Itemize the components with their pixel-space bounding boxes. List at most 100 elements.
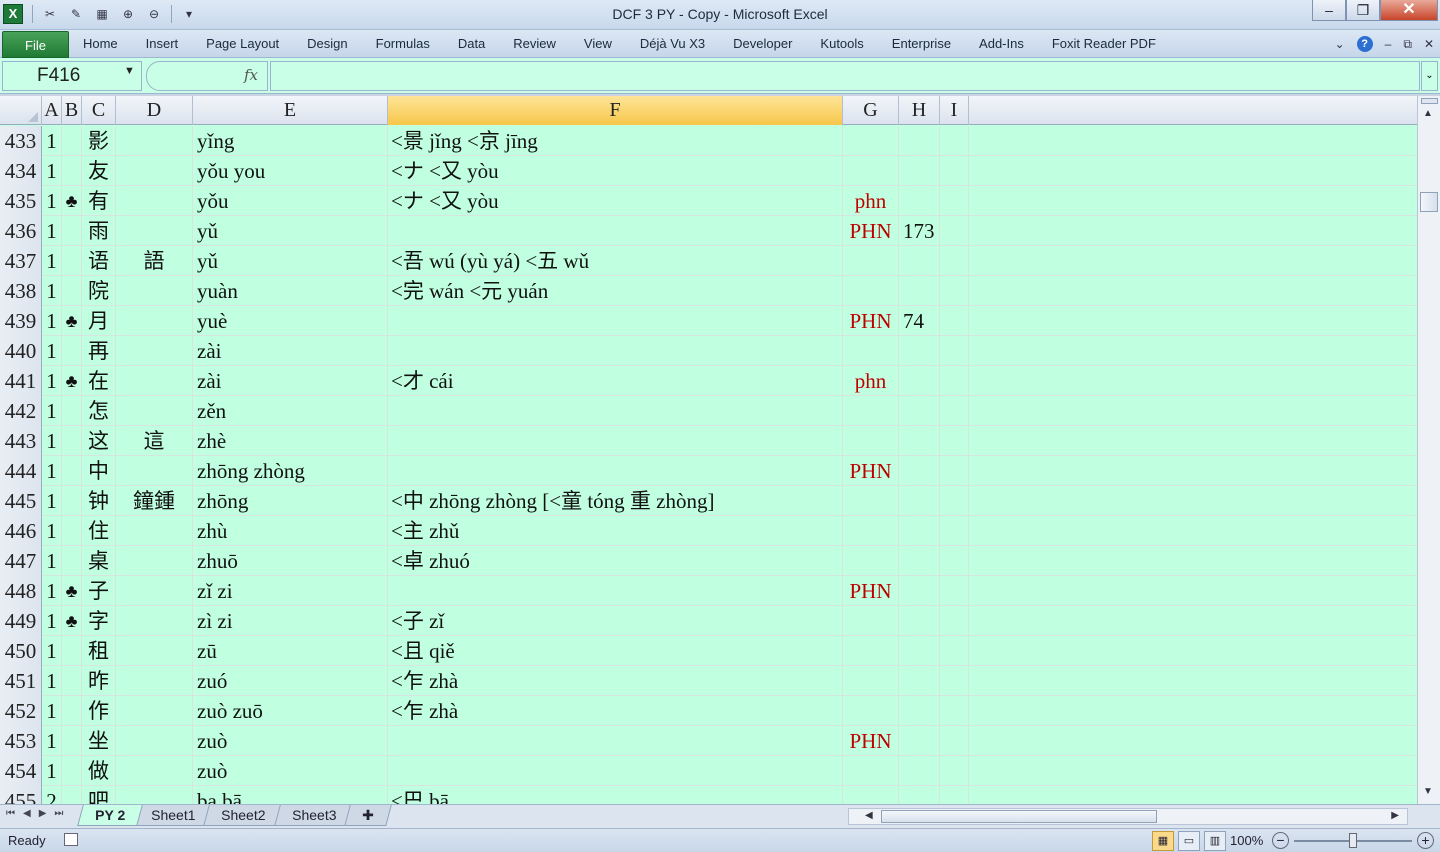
cell-a[interactable]: 1 [42,366,62,396]
cell-a[interactable]: 1 [42,726,62,756]
split-handle[interactable] [1421,98,1438,104]
cell-f[interactable]: <景 jǐng <京 jīng [388,126,843,156]
cell-e[interactable]: zǐ zi [193,576,388,606]
tab-developer[interactable]: Developer [719,30,806,58]
cell-f[interactable] [388,336,843,366]
insert-sheet-icon[interactable]: ✚ [344,805,392,826]
cell-c[interactable]: 字 [82,606,116,636]
vertical-scroll-thumb[interactable] [1420,192,1438,212]
vertical-scrollbar[interactable]: ▲ ▼ [1417,96,1440,804]
zoom-slider-thumb[interactable] [1349,833,1357,848]
horizontal-scroll-thumb[interactable] [881,810,1157,823]
tab-view[interactable]: View [570,30,626,58]
row-header[interactable]: 436 [0,216,42,246]
cell-g[interactable] [843,426,899,456]
cell-a[interactable]: 1 [42,216,62,246]
cell-b[interactable]: ♣ [62,576,82,606]
cell-f[interactable] [388,426,843,456]
cell-g[interactable]: PHN [843,456,899,486]
column-header-i[interactable]: I [940,96,969,125]
cell-c[interactable]: 住 [82,516,116,546]
cell-h[interactable] [899,756,940,786]
name-box[interactable]: F416 [2,61,142,91]
cell-h[interactable] [899,606,940,636]
normal-view-icon[interactable]: ▦ [1152,831,1174,851]
cell-i[interactable] [940,456,969,486]
workbook-close-icon[interactable]: ✕ [1424,37,1434,51]
cell-c[interactable]: 这 [82,426,116,456]
cell-c[interactable]: 中 [82,456,116,486]
cell-g[interactable] [843,126,899,156]
cell-e[interactable]: ba bā [193,786,388,804]
cell-c[interactable]: 语 [82,246,116,276]
cell-c[interactable]: 院 [82,276,116,306]
scroll-left-icon[interactable]: ◀ [865,810,873,821]
cell-h[interactable] [899,396,940,426]
cell-f[interactable] [388,756,843,786]
row-header[interactable]: 433 [0,126,42,156]
cell-c[interactable]: 有 [82,186,116,216]
column-header-g[interactable]: G [843,96,899,125]
cell-b[interactable] [62,726,82,756]
column-header-e[interactable]: E [193,96,388,125]
prev-sheet-icon[interactable]: ◀ [23,808,31,819]
cell-d[interactable] [116,756,193,786]
cell-g[interactable] [843,516,899,546]
cell-f[interactable]: <乍 zhà [388,696,843,726]
cell-h[interactable] [899,456,940,486]
cell-h[interactable]: 74 [899,306,940,336]
cell-d[interactable]: 語 [116,246,193,276]
worksheet-grid[interactable]: A B C D E F G H I 433 1 影 yǐng <景 jǐng <京 jī… [0,96,1417,804]
cell-g[interactable]: PHN [843,726,899,756]
tab-foxit-reader-pdf[interactable]: Foxit Reader PDF [1038,30,1170,58]
cell-f[interactable] [388,456,843,486]
row-header[interactable]: 441 [0,366,42,396]
row-header[interactable]: 438 [0,276,42,306]
select-all-corner[interactable] [0,96,42,125]
tab-page-layout[interactable]: Page Layout [192,30,293,58]
column-header-c[interactable]: C [82,96,116,125]
tab-insert[interactable]: Insert [132,30,193,58]
tab-home[interactable]: Home [69,30,132,58]
cell-d[interactable] [116,276,193,306]
cell-h[interactable] [899,516,940,546]
tab-kutools[interactable]: Kutools [806,30,877,58]
cell-h[interactable] [899,336,940,366]
cell-b[interactable]: ♣ [62,186,82,216]
cell-b[interactable] [62,126,82,156]
cell-d[interactable] [116,666,193,696]
cell-a[interactable]: 1 [42,576,62,606]
cell-e[interactable]: zuò zuō [193,696,388,726]
cell-b[interactable] [62,276,82,306]
cell-b[interactable]: ♣ [62,306,82,336]
cell-d[interactable] [116,516,193,546]
column-header-d[interactable]: D [116,96,193,125]
cell-i[interactable] [940,426,969,456]
cell-f[interactable]: <才 cái [388,366,843,396]
cell-i[interactable] [940,516,969,546]
cell-a[interactable]: 1 [42,756,62,786]
close-icon[interactable]: ✕ [1380,0,1438,21]
cell-b[interactable] [62,786,82,804]
tab-enterprise[interactable]: Enterprise [878,30,965,58]
cell-a[interactable]: 1 [42,516,62,546]
cell-h[interactable] [899,696,940,726]
cell-i[interactable] [940,216,969,246]
cell-a[interactable]: 1 [42,426,62,456]
cell-i[interactable] [940,726,969,756]
cell-d[interactable] [116,636,193,666]
cell-f[interactable]: <巴 bā [388,786,843,804]
tab-design[interactable]: Design [293,30,361,58]
cell-e[interactable]: zài [193,366,388,396]
cell-b[interactable] [62,396,82,426]
cell-f[interactable] [388,396,843,426]
cell-d[interactable] [116,546,193,576]
cell-g[interactable] [843,786,899,804]
cell-a[interactable]: 1 [42,696,62,726]
workbook-restore-icon[interactable]: ⧉ [1403,37,1412,52]
row-header[interactable]: 444 [0,456,42,486]
cell-f[interactable]: <且 qiě [388,636,843,666]
cell-e[interactable]: zěn [193,396,388,426]
cell-c[interactable]: 桌 [82,546,116,576]
column-header-b[interactable]: B [62,96,82,125]
